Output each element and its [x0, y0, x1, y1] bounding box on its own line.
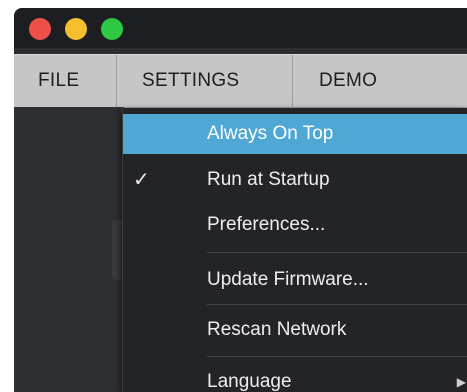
menu-item-update-firmware[interactable]: Update Firmware...	[123, 260, 467, 300]
menu-separator	[116, 55, 117, 107]
settings-dropdown-menu: Always On Top ✓ Run at Startup Preferenc…	[122, 108, 467, 392]
menu-file[interactable]: FILE	[38, 55, 79, 107]
menu-settings[interactable]: SETTINGS	[142, 55, 239, 107]
menu-item-language[interactable]: Language ▶	[123, 362, 467, 392]
menu-item-label: Language	[207, 371, 292, 392]
title-bar	[14, 8, 467, 48]
menu-item-label: Always On Top	[207, 123, 334, 144]
menu-bar: FILE SETTINGS DEMO	[14, 54, 467, 108]
menu-divider	[207, 356, 467, 357]
menu-item-always-on-top[interactable]: Always On Top	[123, 114, 467, 154]
menu-demo[interactable]: DEMO	[319, 55, 377, 107]
menu-item-label: Update Firmware...	[207, 269, 369, 290]
zoom-window-button[interactable]	[101, 18, 123, 40]
app-window: FILE SETTINGS DEMO Always On Top ✓ Run a…	[14, 8, 467, 392]
close-window-button[interactable]	[29, 18, 51, 40]
menu-divider	[207, 304, 467, 305]
content-panel	[14, 107, 124, 392]
menu-separator	[292, 55, 293, 107]
menu-item-rescan-network[interactable]: Rescan Network	[123, 310, 467, 350]
minimize-window-button[interactable]	[65, 18, 87, 40]
menu-item-run-at-startup[interactable]: ✓ Run at Startup	[123, 160, 467, 200]
menu-item-label: Rescan Network	[207, 319, 347, 340]
checkmark-icon: ✓	[133, 169, 150, 191]
menu-item-preferences[interactable]: Preferences...	[123, 205, 467, 245]
menu-item-label: Preferences...	[207, 214, 326, 235]
menu-item-label: Run at Startup	[207, 169, 330, 190]
submenu-arrow-icon: ▶	[456, 375, 466, 389]
menu-divider	[207, 252, 467, 253]
